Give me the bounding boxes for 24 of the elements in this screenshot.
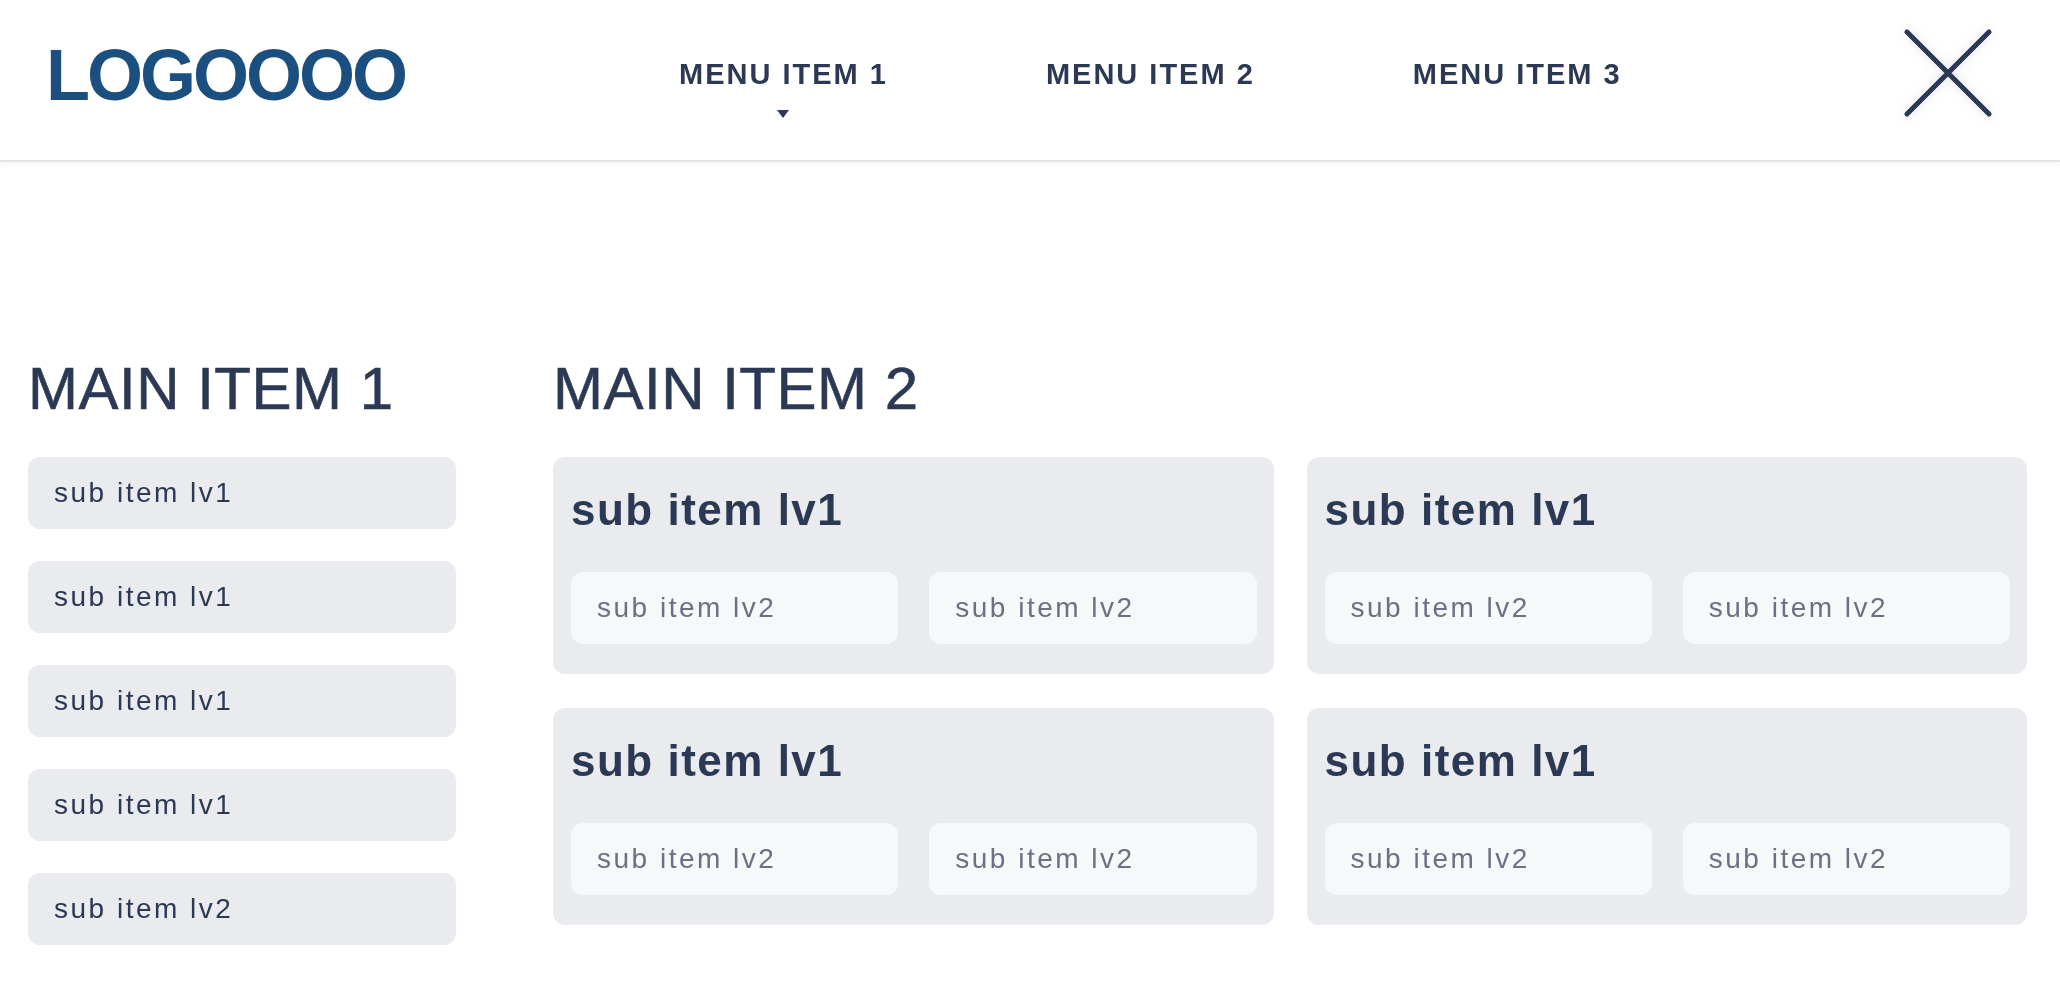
submenu-heading[interactable]: sub item lv1 <box>571 739 844 783</box>
submenu-item[interactable]: sub item lv2 <box>28 873 456 945</box>
section-heading: MAIN ITEM 1 <box>28 359 394 419</box>
submenu-item[interactable]: sub item lv2 <box>571 823 899 895</box>
close-icon <box>1904 29 1992 117</box>
submenu-item[interactable]: sub item lv2 <box>1682 823 2010 895</box>
submenu-heading[interactable]: sub item lv1 <box>1324 739 1597 783</box>
submenu-item[interactable]: sub item lv2 <box>1324 572 1652 644</box>
submenu-item[interactable]: sub item lv2 <box>1682 572 2010 644</box>
menu-item[interactable]: MENU ITEM 3 <box>1412 60 1622 89</box>
submenu-heading[interactable]: sub item lv1 <box>1324 488 1597 532</box>
submenu-item[interactable]: sub item lv1 <box>28 561 456 633</box>
submenu-item[interactable]: sub item lv1 <box>28 769 456 841</box>
submenu-item[interactable]: sub item lv2 <box>929 823 1257 895</box>
menu-item[interactable]: MENU ITEM 2 <box>1045 60 1255 89</box>
menu-item[interactable]: MENU ITEM 1 <box>679 60 888 118</box>
submenu-item[interactable]: sub item lv1 <box>28 665 456 737</box>
submenu-item[interactable]: sub item lv2 <box>929 572 1257 644</box>
submenu-item[interactable]: sub item lv2 <box>571 572 899 644</box>
section-heading: MAIN ITEM 2 <box>553 359 919 419</box>
submenu-item[interactable]: sub item lv2 <box>1324 823 1652 895</box>
logo[interactable]: LOGOOOO <box>46 39 405 111</box>
submenu-heading[interactable]: sub item lv1 <box>571 488 844 532</box>
submenu-item[interactable]: sub item lv1 <box>28 457 456 529</box>
